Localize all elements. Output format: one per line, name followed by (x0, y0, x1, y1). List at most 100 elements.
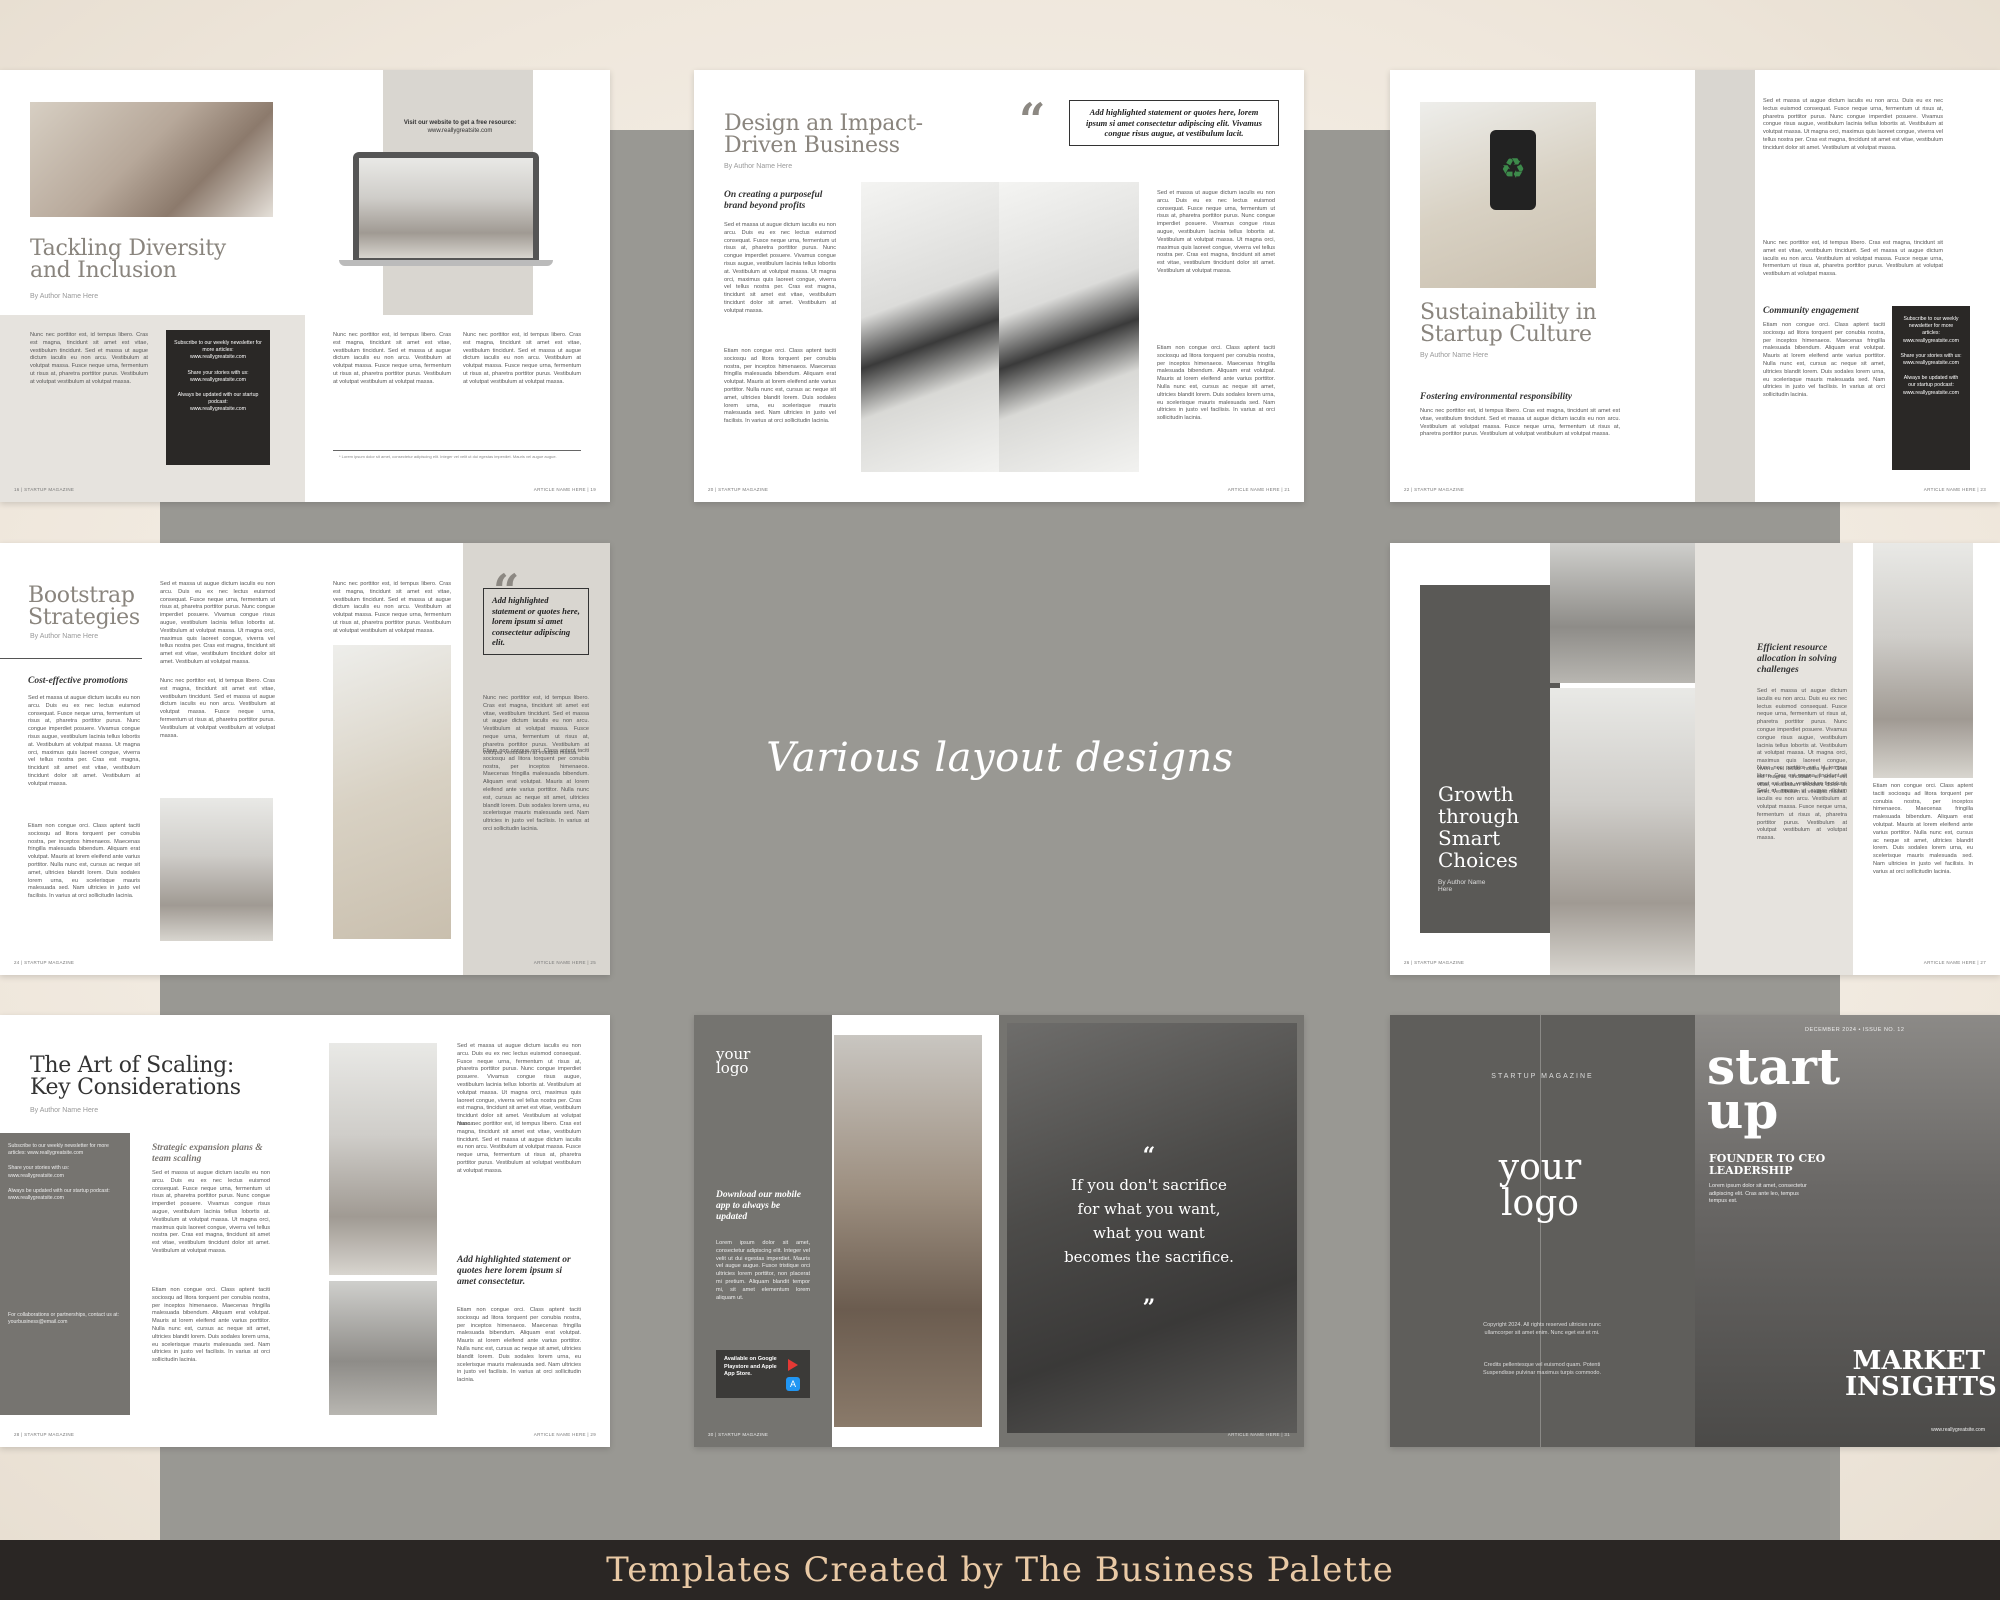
play-store-icon[interactable] (788, 1359, 798, 1371)
body-text: Nunc nec porttitor est, id tempus libero… (1757, 765, 1847, 842)
subscribe-text: Subscribe to our weekly newsletter for m… (1903, 316, 1959, 337)
site-url[interactable]: www.reallygreatsite.com (174, 354, 262, 361)
body-text: Etiam non congue orci. Class aptent taci… (28, 823, 140, 900)
footer-right: ARTICLE NAME HERE | 23 (1923, 487, 1986, 492)
cover-subtitle: FOUNDER TO CEO LEADERSHIP (1709, 1152, 1826, 1177)
body-text: Nunc nec porttitor est, id tempus libero… (1763, 240, 1943, 278)
article-title: The Art of Scaling: Key Considerations (30, 1053, 241, 1100)
teamwork-hands-photo (30, 102, 273, 217)
issue-label: DECEMBER 2024 • ISSUE NO. 12 (1805, 1027, 1905, 1033)
market-insights: MARKET INSIGHTS (1845, 1346, 1997, 1402)
subhead: Cost-effective promotions (28, 676, 128, 686)
site-url[interactable]: www.reallygreatsite.com (1900, 390, 1962, 397)
spread-diversity: Tackling Diversity and Inclusion By Auth… (0, 70, 610, 502)
body-text: Nunc nec porttitor est, id tempus libero… (333, 581, 451, 634)
grey-panel (1695, 70, 1755, 502)
body-text: Nunc nec porttitor est, id tempus libero… (1420, 408, 1620, 438)
spread-cover: STARTUP MAGAZINE your logo Copyright 202… (1390, 1015, 2000, 1447)
share-text: Share your stories with us: (187, 369, 249, 376)
site-url[interactable]: www.reallygreatsite.com (174, 406, 262, 413)
site-url[interactable]: www.reallygreatsite.com (1900, 338, 1962, 345)
body-text: Sed et massa ut augue dictum iaculis eu … (457, 1043, 581, 1127)
body-text: Nunc nec porttitor est, id tempus libero… (463, 332, 581, 385)
app-store-icon[interactable]: A (786, 1377, 800, 1391)
logo: your logo (1498, 1147, 1582, 1224)
spread-growth: Growth through Smart Choices By Author N… (1390, 543, 2000, 975)
subhead: Strategic expansion plans & team scaling (152, 1143, 263, 1164)
cover-url[interactable]: www.reallygreatsite.com (1885, 1427, 1985, 1433)
notes-photo (329, 1281, 437, 1415)
body-text: Etiam non congue orci. Class aptent taci… (724, 348, 836, 425)
pull-quote: Add highlighted statement or quotes here… (483, 588, 589, 655)
footer-right: ARTICLE NAME HERE | 25 (533, 960, 596, 965)
body-text: Etiam non congue orci. Class aptent taci… (1873, 783, 1973, 875)
magazine-label: STARTUP MAGAZINE (1491, 1073, 1594, 1080)
body-text: Sed et massa ut augue dictum iaculis eu … (1157, 190, 1275, 274)
store-text: Available on Google Playstore and Apple … (724, 1356, 777, 1377)
body-text: Nunc nec porttitor est, id tempus libero… (160, 678, 275, 739)
body-text: Sed et massa ut augue dictum iaculis eu … (724, 222, 836, 314)
podcast-text: Always be updated with our startup podca… (8, 1187, 110, 1202)
recycle-icon: ♻ (1500, 153, 1526, 184)
body-text: Etiam non congue orci. Class aptent taci… (152, 1287, 270, 1364)
footer-left: 16 | STARTUP MAGAZINE (14, 487, 75, 492)
sacrifice-quote: If you don't sacrifice for what you want… (1064, 1176, 1234, 1266)
laptop-desk-photo (861, 182, 999, 472)
footer-right: ARTICLE NAME HERE | 29 (533, 1432, 596, 1437)
footer-right: ARTICLE NAME HERE | 21 (1227, 487, 1290, 492)
store-badge[interactable]: Available on Google Playstore and Apple … (716, 1350, 810, 1398)
share-text: Share your stories with us: www.reallygr… (8, 1165, 70, 1179)
article-title: Tackling Diversity and Inclusion (30, 236, 226, 283)
cover-title: start up (1707, 1037, 1841, 1140)
subscribe-text: Subscribe to our weekly newsletter for m… (174, 340, 262, 354)
subscribe-box: Subscribe to our weekly newsletter for m… (166, 330, 270, 465)
quote-icon: “ (1019, 93, 1046, 147)
subscribe-text: Subscribe to our weekly newsletter for m… (8, 1143, 109, 1157)
headline: Various layout designs (766, 735, 1234, 781)
quote-open-icon: “ (1142, 1143, 1156, 1169)
plant-desk-photo (999, 182, 1139, 472)
recycle-phone-photo: ♻ (1420, 102, 1596, 288)
spread-sustainability: ♻ Sustainability in Startup Culture By A… (1390, 70, 2000, 502)
quote-close-icon: ” (1142, 1295, 1156, 1321)
site-url[interactable]: www.reallygreatsite.com (1900, 360, 1962, 367)
podcast-text: Always be updated with our startup podca… (1903, 375, 1959, 389)
footer-left: 20 | STARTUP MAGAZINE (708, 487, 769, 492)
resource-url[interactable]: www.reallygreatsite.com (400, 128, 520, 134)
byline: By Author Name Here (30, 293, 99, 300)
body-text: Sed et massa ut augue dictum iaculis eu … (28, 695, 140, 787)
spread-scaling: The Art of Scaling: Key Considerations B… (0, 1015, 610, 1447)
body-text: Sed et massa ut augue dictum iaculis eu … (160, 581, 275, 665)
pull-quote: Add highlighted statement or quotes here… (1069, 100, 1279, 146)
body-text: Sed et massa ut augue dictum iaculis eu … (152, 1170, 270, 1254)
article-title: Bootstrap Strategies (28, 583, 140, 630)
credit-text: Templates Created by The Business Palett… (606, 1550, 1394, 1590)
logo: your logo (716, 1045, 751, 1077)
woman-laptop-photo (160, 798, 273, 941)
meeting-photo (359, 158, 533, 258)
byline: By Author Name Here (30, 1107, 99, 1114)
calendar-hand-photo (333, 645, 451, 939)
man-phone-photo (834, 1035, 982, 1427)
woman-writing-photo (329, 1043, 437, 1275)
spread-impact: Design an Impact-Driven Business By Auth… (694, 70, 1304, 502)
spread-bootstrap: Bootstrap Strategies By Author Name Here… (0, 543, 610, 975)
cover-blurb: Lorem ipsum dolor sit amet, consectetur … (1709, 1183, 1807, 1204)
resource-title: Visit our website to get a free resource… (403, 120, 517, 126)
footnote: * Lorem ipsum dolor sit amet, consectetu… (339, 454, 557, 459)
share-text: Share your stories with us: (1900, 352, 1962, 359)
subhead: On creating a purposeful brand beyond pr… (724, 190, 823, 211)
subhead: Fostering environmental responsibility (1420, 392, 1573, 402)
laptop-icon (353, 152, 539, 260)
footer-left: 30 | STARTUP MAGAZINE (708, 1432, 769, 1437)
body-text: Nunc nec porttitor est, id tempus libero… (30, 332, 148, 385)
copyright: Copyright 2024. All rights reserved ultr… (1483, 1322, 1601, 1336)
byline: By Author Name Here (30, 633, 99, 640)
footer-right: ARTICLE NAME HERE | 27 (1923, 960, 1986, 965)
footer-left: 26 | STARTUP MAGAZINE (1404, 960, 1465, 965)
byline: By Author Name Here (724, 163, 793, 170)
subscribe-box: Subscribe to our weekly newsletter for m… (1892, 306, 1970, 470)
team-laptop-photo (1873, 543, 1973, 778)
contact-box: Subscribe to our weekly newsletter for m… (0, 1133, 130, 1415)
site-url[interactable]: www.reallygreatsite.com (174, 377, 262, 384)
